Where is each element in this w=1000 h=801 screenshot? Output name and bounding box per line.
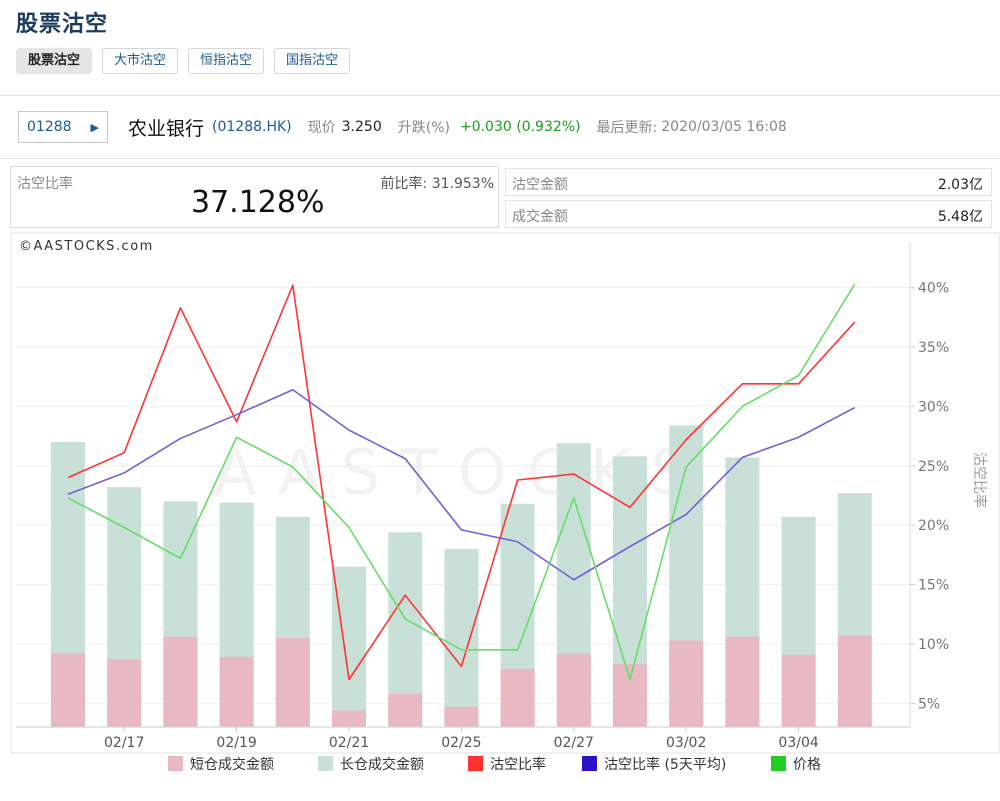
- y-tick-label: 30%: [918, 399, 949, 415]
- page-title: 股票沽空: [16, 12, 109, 37]
- short-turnover-bar: [332, 710, 366, 727]
- short-turnover-bar: [725, 636, 760, 727]
- tab-market-short-selling[interactable]: 大市沽空: [102, 48, 179, 74]
- y-tick-label: 10%: [918, 637, 949, 653]
- short-amount-row: 沽空金额 2.03亿: [505, 168, 992, 196]
- y-tick-label: 40%: [918, 281, 949, 297]
- short-ratio-value: 37.128%: [191, 185, 325, 220]
- updated-label: 最后更新:: [596, 120, 658, 136]
- legend-label: 长仓成交金额: [340, 756, 424, 773]
- legend-label: 短仓成交金额: [190, 756, 274, 773]
- stock-name: 农业银行: [128, 117, 205, 140]
- divider: [0, 158, 1000, 159]
- short-turnover-bar: [837, 635, 872, 727]
- short-turnover-bar: [500, 668, 535, 727]
- y-tick-label: 5%: [918, 696, 940, 712]
- x-tick-label: 02/27: [554, 735, 594, 751]
- y-axis-label: 沽空比率: [971, 452, 988, 508]
- legend-swatch: [168, 756, 183, 771]
- legend-swatch: [582, 756, 597, 771]
- short-ratio-label: 沽空比率: [17, 176, 73, 192]
- short-turnover-bar: [51, 653, 85, 727]
- previous-ratio-value: 31.953%: [431, 176, 494, 192]
- short-turnover-bar: [275, 637, 310, 727]
- tab-stock-short-selling[interactable]: 股票沽空: [16, 48, 93, 74]
- stock-symbol[interactable]: (01288.HK): [212, 119, 292, 135]
- legend-label: 价格: [793, 757, 821, 773]
- chart-svg: ©AASTOCKS.com AASTOCKS 5%10%15%20%25%30%…: [10, 232, 1000, 773]
- tab-hsi-short-selling[interactable]: 恒指沽空: [188, 48, 265, 74]
- short-ratio-panel: 沽空比率 前比率: 31.953% 37.128%: [10, 166, 499, 228]
- short-turnover-bar: [444, 706, 479, 727]
- legend-swatch: [468, 756, 483, 771]
- stock-code-value: 01288: [27, 119, 72, 135]
- x-tick-label: 02/21: [329, 735, 369, 751]
- price-label: 现价: [307, 120, 336, 136]
- turnover-row: 成交金额 5.48亿: [505, 200, 992, 228]
- y-tick-label: 35%: [918, 340, 949, 356]
- tab-hscei-short-selling[interactable]: 国指沽空: [274, 48, 351, 74]
- y-tick-label: 20%: [918, 518, 949, 534]
- legend-swatch: [771, 756, 786, 771]
- previous-ratio: 前比率: 31.953%: [381, 173, 494, 193]
- quote-row: 01288 ▶ 农业银行 (01288.HK) 现价 3.250 升跌(%) +…: [18, 110, 787, 144]
- tab-bar: 股票沽空 大市沽空 恒指沽空 国指沽空: [16, 48, 351, 74]
- short-selling-chart: ©AASTOCKS.com AASTOCKS 5% 10% 15% 20% 25% 30%…: [10, 232, 1000, 797]
- y-tick-label: 25%: [918, 459, 949, 475]
- short-turnover-bar: [613, 664, 647, 727]
- updated-value: 2020/03/05 16:08: [661, 119, 787, 135]
- y-tick-label: 15%: [918, 578, 949, 594]
- legend-label: 沽空比率 (5天平均): [604, 756, 726, 773]
- short-turnover-bar: [107, 659, 142, 727]
- stock-code-selector[interactable]: 01288 ▶: [18, 111, 108, 143]
- short-turnover-bar: [669, 640, 704, 727]
- previous-ratio-label: 前比率:: [380, 176, 428, 192]
- short-amount-value: 2.03亿: [937, 177, 983, 193]
- change-label: 升跌(%): [397, 120, 450, 136]
- short-turnover-bar: [388, 693, 423, 727]
- short-turnover-bar: [781, 654, 816, 727]
- copyright-text: ©AASTOCKS.com: [19, 239, 154, 254]
- change-value: +0.030 (0.932%): [459, 119, 581, 135]
- x-tick-label: 03/04: [778, 735, 818, 751]
- x-tick-label: 03/02: [666, 735, 706, 751]
- short-turnover-bar: [219, 656, 254, 727]
- x-tick-label: 02/19: [216, 735, 256, 751]
- divider: [0, 95, 1000, 96]
- turnover-value: 5.48亿: [937, 209, 983, 225]
- short-amount-label: 沽空金额: [512, 177, 568, 193]
- price-value: 3.250: [341, 119, 382, 135]
- short-turnover-bar: [163, 636, 198, 727]
- play-arrow-icon[interactable]: ▶: [91, 121, 99, 134]
- x-tick-label: 02/25: [441, 735, 481, 751]
- turnover-label: 成交金额: [512, 209, 568, 225]
- legend-label: 沽空比率: [490, 756, 546, 773]
- long-turnover-bar: [444, 548, 479, 727]
- x-tick-label: 02/17: [104, 735, 144, 751]
- legend-swatch: [318, 756, 333, 771]
- short-turnover-bar: [556, 653, 591, 727]
